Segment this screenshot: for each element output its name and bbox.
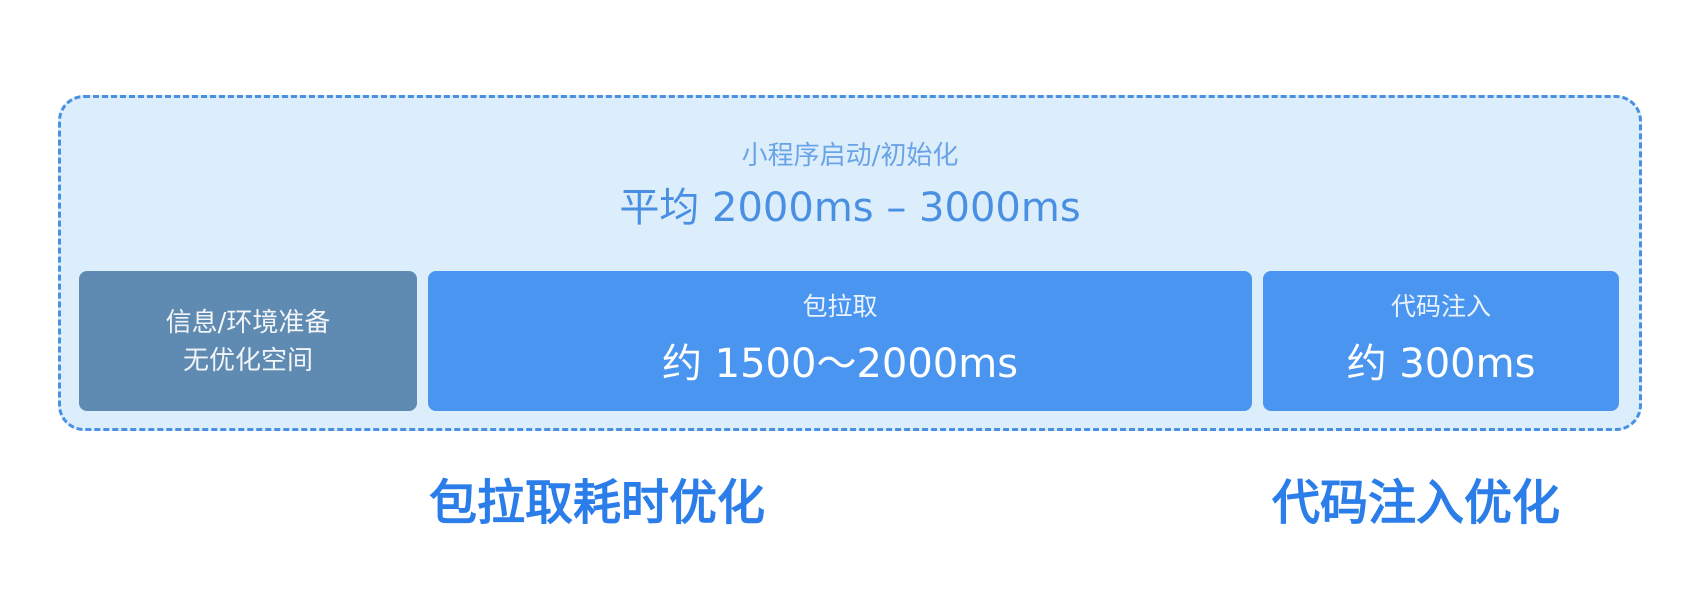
code-injection-optimization-label: 代码注入优化 — [1272, 475, 1561, 531]
code-injection-title: 代码注入 — [1390, 292, 1491, 321]
code-injection-block: 代码注入 约 300ms — [1263, 271, 1619, 411]
package-pull-optimization-label: 包拉取耗时优化 — [429, 475, 766, 531]
startup-phase-caption: 小程序启动/初始化 — [741, 141, 959, 171]
package-pull-block: 包拉取 约 1500～2000ms — [428, 271, 1252, 411]
startup-phase-average: 平均 2000ms – 3000ms — [619, 185, 1081, 231]
env-prep-note: 无优化空间 — [182, 346, 313, 376]
code-injection-duration: 约 300ms — [1346, 341, 1536, 387]
env-prep-block: 信息/环境准备 无优化空间 — [79, 271, 417, 411]
package-pull-title: 包拉取 — [802, 292, 878, 321]
env-prep-title: 信息/环境准备 — [165, 308, 331, 338]
package-pull-duration: 约 1500～2000ms — [661, 341, 1019, 387]
